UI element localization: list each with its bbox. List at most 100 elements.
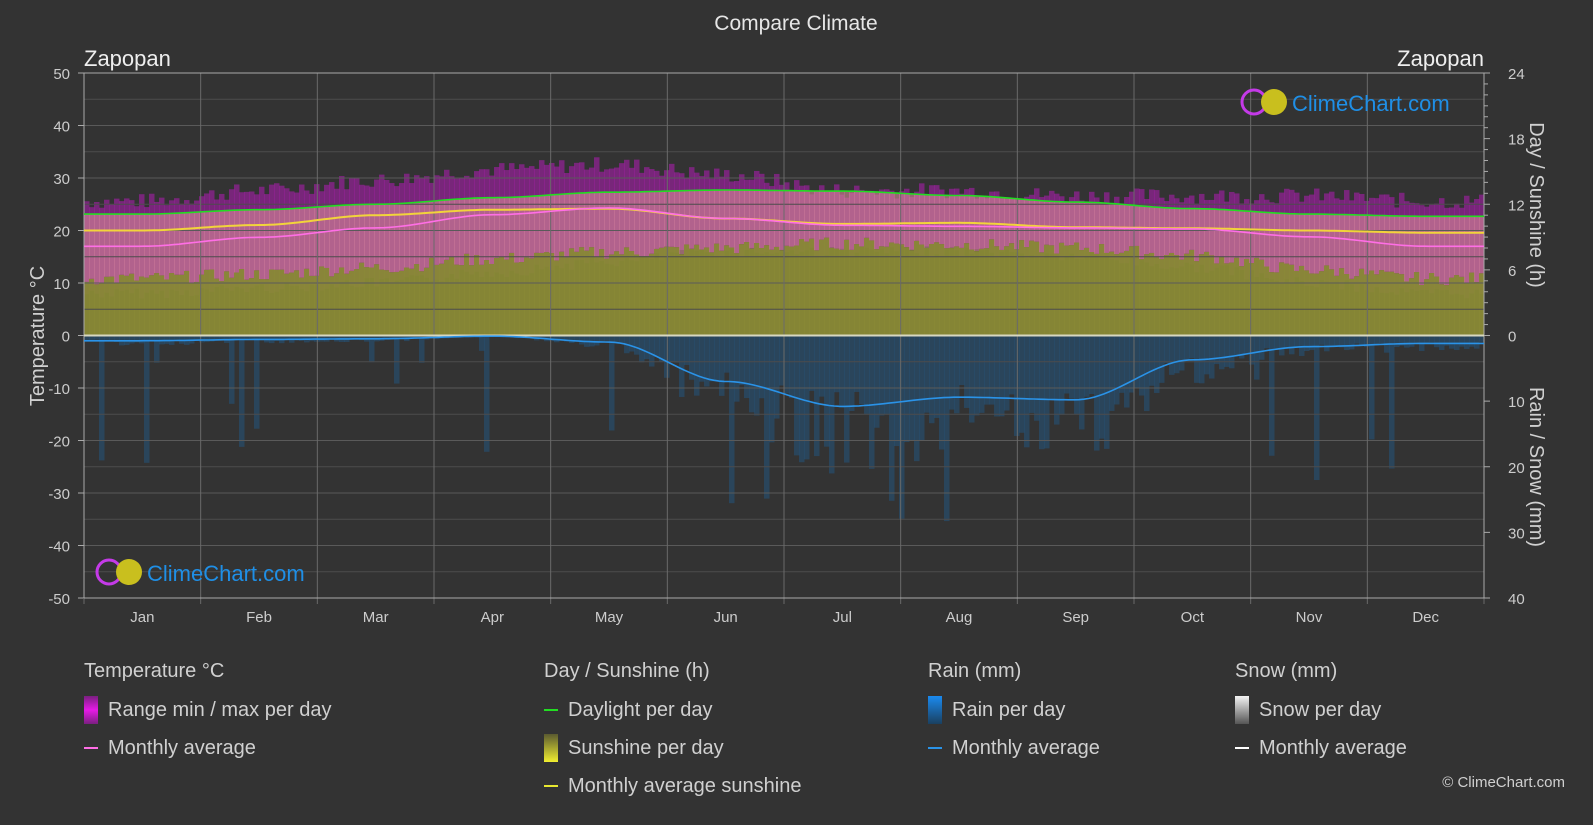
rain-bar bbox=[1324, 335, 1330, 352]
rain-bar bbox=[139, 335, 145, 344]
daylight-bar bbox=[939, 195, 945, 245]
daylight-bar bbox=[869, 191, 875, 241]
daylight-bar bbox=[1229, 210, 1235, 263]
daylight-bar bbox=[164, 213, 170, 280]
sunshine-bar bbox=[709, 252, 715, 336]
daylight-bar bbox=[434, 200, 440, 265]
daylight-bar bbox=[624, 192, 630, 248]
legend-label: Rain per day bbox=[952, 698, 1066, 721]
sunshine-bar bbox=[144, 277, 150, 336]
daylight-bar bbox=[764, 190, 770, 246]
daylight-bar bbox=[124, 214, 130, 276]
right-top-tick-label: 18 bbox=[1508, 132, 1525, 149]
rain-bar bbox=[809, 335, 815, 391]
daylight-bar bbox=[1079, 202, 1085, 251]
daylight-bar bbox=[619, 192, 625, 255]
sunshine-bar bbox=[294, 270, 300, 336]
right-top-tick-label: 0 bbox=[1508, 329, 1516, 346]
daylight-bar bbox=[799, 190, 805, 240]
left-tick-label: -10 bbox=[48, 381, 70, 398]
daylight-bar bbox=[684, 190, 690, 245]
daylight-bar bbox=[1164, 207, 1170, 256]
rain-bar bbox=[1089, 335, 1095, 395]
daylight-bar bbox=[1074, 202, 1080, 243]
rain-bar bbox=[1094, 335, 1100, 451]
sunshine-bar bbox=[1289, 264, 1295, 336]
sunshine-bar bbox=[1444, 285, 1450, 336]
logo-sun-icon bbox=[1261, 89, 1287, 115]
daylight-bar bbox=[679, 190, 685, 255]
sunshine-bar bbox=[154, 273, 160, 336]
sunshine-bar bbox=[1254, 257, 1260, 336]
daylight-bar bbox=[119, 214, 125, 275]
rain-bar bbox=[1034, 335, 1040, 421]
daylight-bar bbox=[669, 191, 675, 247]
daylight-bar bbox=[879, 192, 885, 247]
daylight-bar bbox=[1469, 216, 1475, 273]
rain-bar bbox=[1154, 335, 1160, 393]
daylight-bar bbox=[1364, 215, 1370, 275]
daylight-bar bbox=[1444, 216, 1450, 286]
sunshine-bar bbox=[1439, 284, 1445, 336]
sunshine-bar bbox=[1389, 271, 1395, 336]
daylight-bar bbox=[594, 192, 600, 257]
daylight-bar bbox=[1344, 214, 1350, 274]
daylight-bar bbox=[199, 211, 205, 275]
sunshine-bar bbox=[1079, 250, 1085, 336]
sunshine-bar bbox=[399, 270, 405, 336]
daylight-bar bbox=[1284, 213, 1290, 264]
rain-bar bbox=[739, 335, 745, 386]
x-tick-label: May bbox=[595, 609, 624, 626]
daylight-bar bbox=[919, 194, 925, 245]
line-swatch-icon bbox=[544, 785, 558, 787]
watermark-text: ClimeChart.com bbox=[1292, 91, 1450, 116]
rain-bar bbox=[1014, 335, 1020, 436]
sunshine-bar bbox=[1419, 284, 1425, 336]
rain-bar bbox=[129, 335, 135, 344]
rain-bar bbox=[724, 335, 730, 373]
daylight-bar bbox=[84, 214, 90, 282]
daylight-bar bbox=[1184, 208, 1190, 254]
sunshine-bar bbox=[1329, 269, 1335, 336]
sunshine-bar bbox=[289, 272, 295, 336]
sunshine-bar bbox=[1169, 252, 1175, 336]
rain-bar bbox=[1244, 335, 1250, 353]
sunshine-bar bbox=[109, 276, 115, 336]
x-tick-label: Feb bbox=[246, 609, 272, 626]
sunshine-bar bbox=[909, 250, 915, 336]
daylight-bar bbox=[264, 209, 270, 280]
line-swatch-icon bbox=[544, 709, 558, 711]
rain-bar bbox=[609, 335, 615, 431]
sunshine-bar bbox=[224, 271, 230, 336]
rain-bar bbox=[1369, 335, 1375, 440]
sunshine-bar bbox=[544, 252, 550, 336]
rain-bar bbox=[999, 335, 1005, 417]
daylight-bar bbox=[664, 191, 670, 247]
sunshine-bar bbox=[724, 245, 730, 336]
sunshine-bar bbox=[809, 238, 815, 336]
daylight-bar bbox=[359, 204, 365, 263]
sunshine-bar bbox=[944, 248, 950, 336]
sunshine-bar bbox=[959, 247, 965, 336]
daylight-bar bbox=[839, 191, 845, 250]
rain-bar bbox=[1309, 335, 1315, 351]
daylight-bar bbox=[959, 195, 965, 248]
rain-bar bbox=[974, 335, 980, 416]
sunshine-bar bbox=[884, 246, 890, 336]
rain-swatch-icon bbox=[928, 696, 942, 724]
sunshine-bar bbox=[549, 253, 555, 336]
sunshine-bar bbox=[199, 274, 205, 336]
rain-bar bbox=[699, 335, 705, 382]
daylight-bar bbox=[1304, 214, 1310, 271]
daylight-bar bbox=[609, 192, 615, 255]
rain-bar bbox=[594, 335, 600, 346]
daylight-bar bbox=[904, 193, 910, 248]
daylight-bar bbox=[1269, 212, 1275, 273]
daylight-bar bbox=[504, 197, 510, 260]
sunshine-bar bbox=[139, 276, 145, 336]
daylight-bar bbox=[349, 204, 355, 271]
sunshine-bar bbox=[749, 248, 755, 336]
daylight-bar bbox=[674, 190, 680, 248]
sunshine-bar bbox=[279, 269, 285, 336]
daylight-bar bbox=[894, 193, 900, 244]
